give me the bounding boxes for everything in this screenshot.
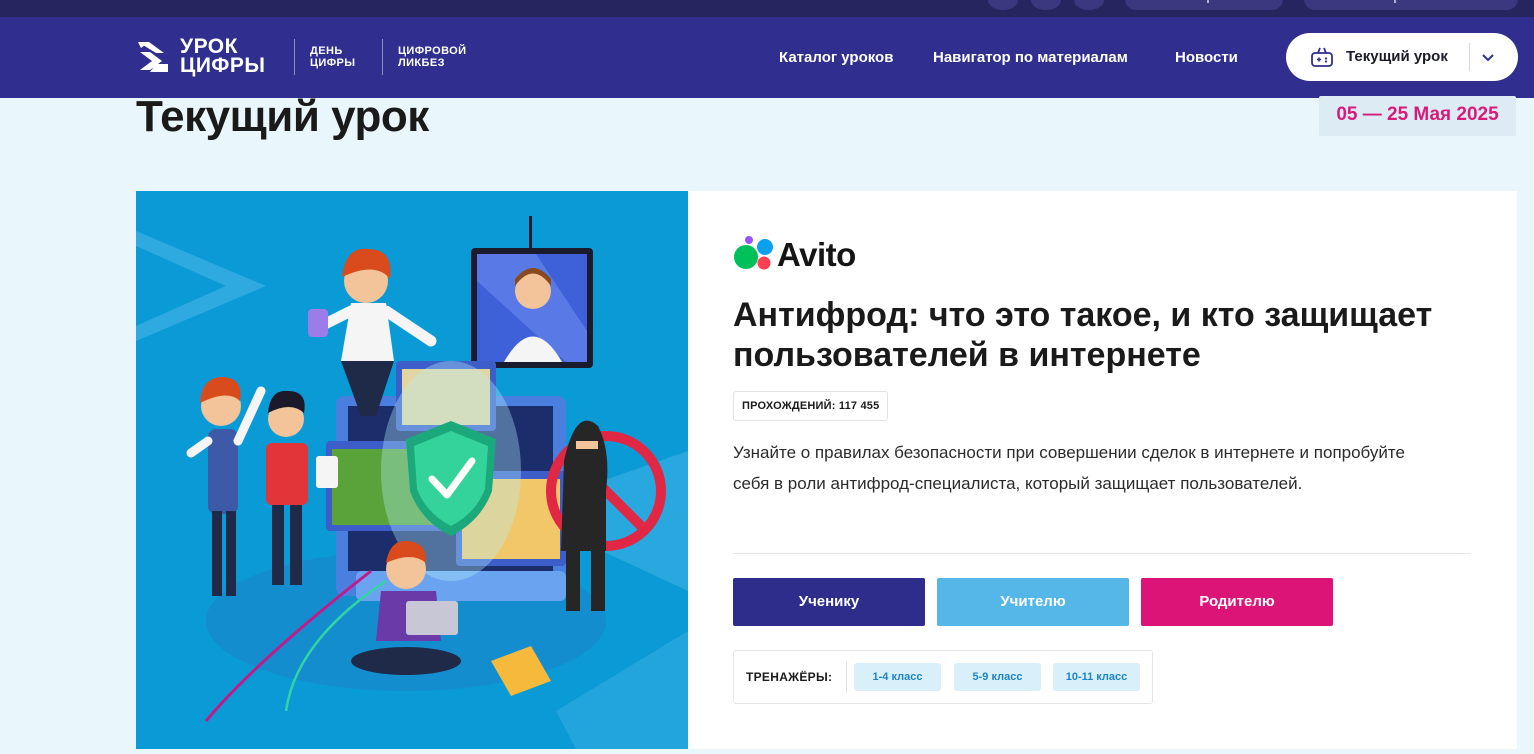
grade-chip-5-9[interactable]: 5-9 класс [954,663,1041,691]
trainers-panel: ТРЕНАЖЁРЫ: 1-4 класс 5-9 класс 10-11 кла… [733,650,1153,704]
utility-icon[interactable] [1031,0,1061,10]
nav-navigator[interactable]: Навигатор по материалам [933,49,1128,66]
trainers-label: ТРЕНАЖЁРЫ: [746,670,833,684]
date-range-badge: 05 — 25 Мая 2025 [1319,96,1516,136]
parent-button[interactable]: Родителю [1141,578,1333,626]
top-utility-strip [0,0,1534,17]
current-lesson-label: Текущий урок [1346,48,1448,65]
nav-catalog[interactable]: Каталог уроков [779,49,893,66]
teacher-button[interactable]: Учителю [937,578,1129,626]
chevron-down-icon[interactable] [1480,49,1496,65]
site-header: УРОК ЦИФРЫ ДЕНЬ ЦИФРЫ ЦИФРОВОЙ ЛИКБЕЗ Ка… [0,17,1534,98]
children-security-illustration [136,216,688,749]
passes-count-badge: ПРОХОЖДЕНИЙ: 117 455 [733,391,889,421]
trainers-divider [846,661,847,693]
gamepad-icon [1311,47,1333,67]
lesson-description: Узнайте о правилах безопасности при сове… [733,443,1405,493]
grade-chip-10-11[interactable]: 10-11 класс [1053,663,1140,691]
logo-cifrovoy-likbez[interactable]: ЦИФРОВОЙ ЛИКБЕЗ [398,45,466,69]
logo-title[interactable]: УРОК ЦИФРЫ [180,36,265,76]
student-button[interactable]: Ученику [733,578,925,626]
utility-icon[interactable] [1074,0,1104,10]
lesson-title: Антифрод: что это такое, и кто защищает … [733,296,1433,374]
nav-news[interactable]: Новости [1175,49,1238,66]
lesson-card: Avito Антифрод: что это такое, и кто защ… [136,191,1517,749]
utility-pill[interactable] [1304,0,1518,10]
grade-chip-1-4[interactable]: 1-4 класс [854,663,941,691]
utility-pill[interactable] [1125,0,1283,10]
divider [733,553,1471,554]
logo-arrows-icon[interactable] [136,39,170,75]
utility-icon[interactable] [988,0,1018,10]
avito-dots-icon [734,236,773,270]
current-lesson-button[interactable]: Текущий урок [1286,33,1518,81]
logo-divider [294,39,295,75]
avito-wordmark: Avito [777,236,856,273]
logo-den-cifry[interactable]: ДЕНЬ ЦИФРЫ [310,45,355,69]
logo-divider [382,39,383,75]
page-title: Текущий урок [136,92,429,141]
lesson-illustration [136,191,688,749]
button-divider [1469,43,1470,71]
